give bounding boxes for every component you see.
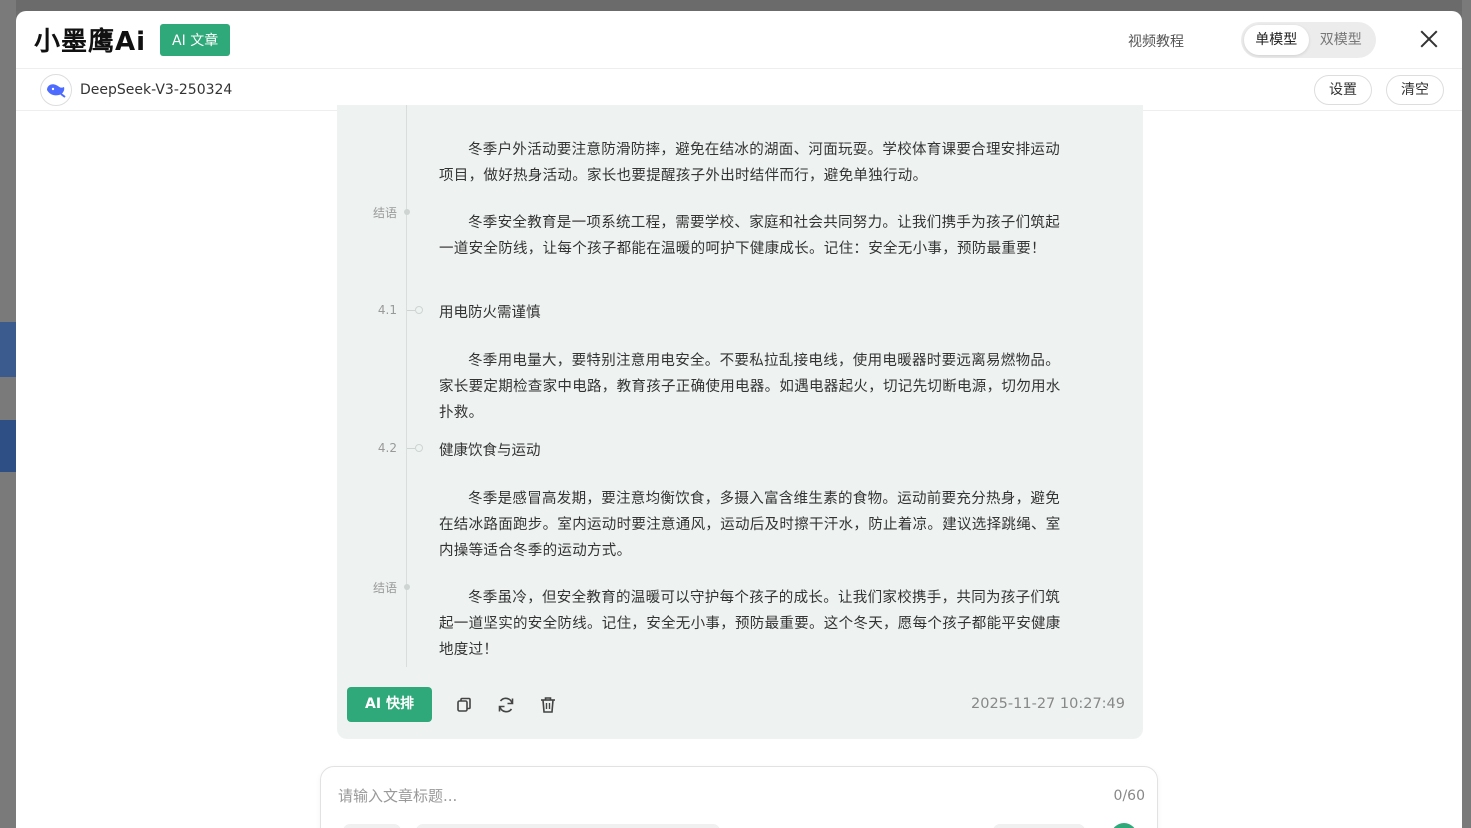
model-mode-toggle: 单模型 双模型 [1241,22,1376,58]
app-logo: 小墨鹰Ai [34,27,147,57]
timeline-label-section: 4.2 [377,441,397,455]
option-chip[interactable] [993,824,1085,828]
copy-icon[interactable] [454,695,474,715]
article-title-input[interactable] [338,787,1058,805]
ai-layout-button[interactable]: AI 快排 [347,687,432,722]
background-page-right [1462,0,1471,828]
section-heading: 健康饮食与运动 [439,443,541,459]
ai-article-badge: AI 文章 [160,23,231,56]
background-block [0,420,16,472]
section-heading: 用电防火需谨慎 [439,305,541,321]
outline-timeline [406,105,407,667]
deepseek-whale-icon [40,73,72,106]
model-name: DeepSeek-V3-250324 [80,81,233,98]
close-icon[interactable] [1418,28,1440,50]
chat-content: 冬季户外活动要注意防滑防摔，避免在结冰的湖面、河面玩耍。学校体育课要合理安排运动… [16,105,1462,828]
background-page-left [0,0,16,828]
delete-icon[interactable] [538,695,558,715]
article-card: 冬季户外活动要注意防滑防摔，避免在结冰的湖面、河面玩耍。学校体育课要合理安排运动… [337,105,1143,739]
timeline-node [415,306,423,314]
background-block [0,322,16,377]
timeline-tick [407,448,415,449]
timeline-tick [407,310,415,311]
timeline-label-conclusion: 结语 [372,206,397,220]
generated-timestamp: 2025-11-27 10:27:49 [971,696,1125,712]
ai-article-modal: 小墨鹰Ai AI 文章 视频教程 单模型 双模型 DeepSeek-V3-250… [16,11,1462,828]
send-button[interactable] [1111,823,1137,828]
settings-button[interactable]: 设置 [1314,75,1372,105]
timeline-dot [404,584,410,590]
article-paragraph: 冬季安全教育是一项系统工程，需要学校、家庭和社会共同努力。让我们携手为孩子们筑起… [439,215,1060,257]
clear-button[interactable]: 清空 [1386,75,1444,105]
timeline-node [415,444,423,452]
article-paragraph: 冬季是感冒高发期，要注意均衡饮食，多摄入富含维生素的食物。运动前要充分热身，避免… [439,491,1061,559]
article-paragraph: 冬季虽冷，但安全教育的温暖可以守护每个孩子的成长。让我们家校携手，共同为孩子们筑… [439,590,1061,658]
video-tutorial-link[interactable]: 视频教程 [1128,31,1184,51]
background-page-top [0,0,1471,11]
single-model-button[interactable]: 单模型 [1244,25,1309,55]
dual-model-button[interactable]: 双模型 [1309,25,1374,55]
refresh-icon[interactable] [496,695,516,715]
modal-header: 小墨鹰Ai AI 文章 视频教程 单模型 双模型 [16,11,1462,69]
timeline-dot [404,209,410,215]
option-chip[interactable] [343,824,401,828]
article-paragraph: 冬季户外活动要注意防滑防摔，避免在结冰的湖面、河面玩耍。学校体育课要合理安排运动… [439,142,1060,184]
article-paragraph: 冬季用电量大，要特别注意用电安全。不要私拉乱接电线，使用电暖器时要远离易燃物品。… [439,353,1061,421]
timeline-label-conclusion: 结语 [372,581,397,595]
option-chip[interactable] [416,824,720,828]
char-counter: 0/60 [1113,788,1145,804]
title-input-box: 0/60 [320,766,1158,828]
timeline-label-section: 4.1 [377,303,397,317]
